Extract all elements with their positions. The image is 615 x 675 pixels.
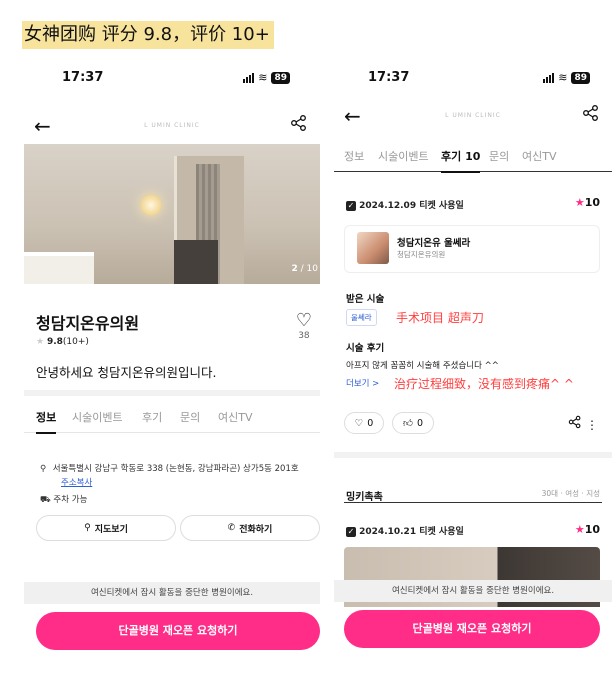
clinic-logo: L UMIN CLINIC bbox=[144, 122, 200, 129]
reopen-request-button[interactable]: 단골병원 재오픈 요청하기 bbox=[344, 610, 600, 648]
review-note: 治疗过程细致，没有感到疼痛^ ^ bbox=[394, 377, 574, 391]
phone-icon: ✆ bbox=[227, 523, 236, 533]
status-bar: 17:37 ≋ 89 bbox=[334, 70, 612, 90]
tab-reviews[interactable]: 후기 10 bbox=[441, 148, 481, 173]
review-score: ★10 bbox=[574, 196, 600, 209]
thumbs-up-icon: 👍︎ bbox=[403, 418, 413, 429]
more-link[interactable]: 더보기 > bbox=[346, 377, 379, 389]
map-button[interactable]: ⚲ 지도보기 bbox=[36, 515, 176, 541]
tab-events[interactable]: 시술이벤트 bbox=[72, 409, 123, 425]
more-vert-icon[interactable]: ⋮ bbox=[586, 418, 598, 432]
reopen-request-button[interactable]: 단골병원 재오픈 요청하기 bbox=[36, 612, 320, 650]
tab-reviews[interactable]: 후기 bbox=[142, 409, 162, 425]
review-label: 시술 후기 bbox=[346, 343, 385, 354]
caption-banner: 女神团购 评分 9.8，评价 10+ bbox=[22, 21, 274, 49]
doctor-card[interactable]: 청담지온유 울쎄라 청담지온유의원 bbox=[344, 225, 600, 273]
tab-bar: 정보 시술이벤트 후기 문의 여신TV bbox=[24, 403, 320, 434]
address-row: ⚲ 서울특별시 강남구 학동로 338 (논현동, 강남파라곤) 상가5동 20… bbox=[40, 462, 299, 474]
reviewer-name: 밍키촉촉 bbox=[346, 492, 383, 503]
inactive-notice: 여신티켓에서 잠시 활동을 중단한 병원이에요. bbox=[334, 580, 612, 602]
tab-inquiry[interactable]: 문의 bbox=[489, 148, 509, 164]
clinic-intro: 안녕하세요 청담지온유의원입니다. bbox=[36, 365, 217, 380]
share-icon[interactable] bbox=[582, 104, 600, 126]
clinic-name: 청담지온유의원 bbox=[36, 314, 140, 333]
back-arrow-icon[interactable]: ← bbox=[344, 104, 361, 128]
ticket-date: ✓ 2024.10.21 티켓 사용일 bbox=[346, 526, 464, 537]
review-share-icon[interactable]: ⋮ bbox=[568, 415, 598, 432]
wifi-icon: ≋ bbox=[258, 71, 268, 84]
doctor-photo bbox=[357, 232, 389, 264]
status-time: 17:37 bbox=[62, 70, 104, 85]
heart-icon: ♡ bbox=[354, 417, 364, 429]
clinic-rating: ★ 9.8(10+) bbox=[36, 337, 89, 347]
clinic-logo: L UMIN CLINIC bbox=[445, 112, 501, 119]
procedure-chip[interactable]: 울쎄라 bbox=[346, 309, 377, 326]
status-bar: 17:37 ≋ 89 bbox=[24, 70, 320, 90]
check-icon: ✓ bbox=[346, 200, 356, 211]
tab-tv[interactable]: 여신TV bbox=[522, 148, 556, 164]
parking-row: ⛟ 주차 가능 bbox=[40, 495, 88, 505]
doctor-name: 청담지온유 울쎄라 bbox=[397, 238, 471, 249]
wifi-icon: ≋ bbox=[558, 71, 568, 84]
tab-info[interactable]: 정보 bbox=[344, 148, 364, 164]
review-text: 아프지 않게 꼼꼼히 시술해 주셨습니다 ^^ bbox=[346, 361, 499, 371]
like-button[interactable]: ♡ 0 bbox=[344, 412, 384, 434]
tab-info[interactable]: 정보 bbox=[36, 409, 57, 434]
tab-bar: 정보 시술이벤트 후기 10 문의 여신TV bbox=[334, 142, 612, 173]
back-arrow-icon[interactable]: ← bbox=[34, 114, 51, 138]
address-text: 서울특별시 강남구 학동로 338 (논현동, 강남파라곤) 상가5동 201호 bbox=[52, 464, 299, 474]
signal-icon bbox=[243, 72, 255, 83]
thumbs-up-button[interactable]: 👍︎ 0 bbox=[392, 412, 434, 434]
star-icon: ★ bbox=[574, 523, 585, 536]
like-count: 38 bbox=[298, 331, 310, 341]
clinic-photo[interactable]: 2 / 10 bbox=[24, 144, 320, 284]
car-icon: ⛟ bbox=[40, 495, 51, 505]
ticket-date: ✓ 2024.12.09 티켓 사용일 bbox=[346, 200, 464, 211]
star-icon: ★ bbox=[36, 337, 45, 347]
image-counter: 2 / 10 bbox=[291, 264, 319, 274]
heart-icon: ♡ bbox=[295, 310, 312, 331]
top-nav: ← L UMIN CLINIC bbox=[334, 102, 612, 132]
battery-icon: 89 bbox=[571, 71, 590, 84]
map-pin-icon: ⚲ bbox=[84, 523, 91, 533]
right-screen: 17:37 ≋ 89 ← L UMIN CLINIC 정보 시술이벤트 후기 1… bbox=[334, 60, 612, 660]
call-button[interactable]: ✆ 전화하기 bbox=[180, 515, 320, 541]
left-screen: 17:37 ≋ 89 ← L UMIN CLINIC 2 / 10 청담지온유의… bbox=[24, 60, 320, 660]
signal-icon bbox=[543, 72, 555, 83]
tab-events[interactable]: 시술이벤트 bbox=[378, 148, 429, 164]
inactive-notice: 여신티켓에서 잠시 활동을 중단한 병원이에요. bbox=[24, 582, 320, 604]
status-time: 17:37 bbox=[368, 70, 410, 85]
star-icon: ★ bbox=[574, 196, 585, 209]
top-nav: ← L UMIN CLINIC bbox=[24, 112, 320, 142]
tab-inquiry[interactable]: 문의 bbox=[180, 409, 200, 425]
copy-address-link[interactable]: 주소복사 bbox=[61, 476, 92, 488]
location-pin-icon: ⚲ bbox=[40, 464, 47, 474]
like-button[interactable]: ♡ 38 bbox=[296, 310, 312, 341]
reviewer-meta: 30대 · 여성 · 지성 bbox=[541, 489, 600, 498]
check-icon: ✓ bbox=[346, 526, 356, 537]
battery-icon: 89 bbox=[271, 71, 290, 84]
procedure-note: 手术项目 超声刀 bbox=[396, 311, 484, 325]
share-icon[interactable] bbox=[290, 114, 308, 136]
review-score: ★10 bbox=[574, 523, 600, 536]
tab-tv[interactable]: 여신TV bbox=[218, 409, 252, 425]
doctor-clinic: 청담지온유의원 bbox=[397, 250, 446, 259]
received-label: 받은 시술 bbox=[346, 294, 385, 305]
